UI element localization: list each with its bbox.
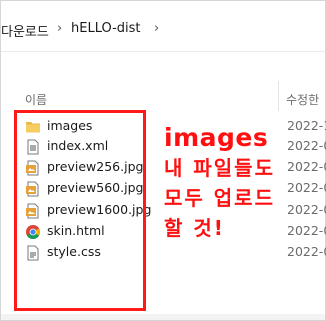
column-divider[interactable] — [278, 81, 279, 111]
explorer-window: 다운로드 › hELLO-dist › 이름 수정한 images 2022-1… — [0, 0, 326, 321]
file-date: 2022-0 — [287, 138, 326, 153]
file-date: 2022-0 — [287, 180, 326, 195]
file-date: 2022-0 — [287, 223, 326, 238]
annotation: images 내 파일들도 모두 업로드 할 것! — [164, 123, 275, 243]
chevron-right-icon[interactable]: › — [57, 21, 62, 36]
file-date: 2022-0 — [287, 159, 326, 174]
chevron-right-icon[interactable]: › — [154, 21, 159, 36]
file-date: 2022-1 — [287, 118, 326, 133]
file-date: 2022-0 — [287, 244, 326, 259]
file-date: 2022-0 — [287, 202, 326, 217]
highlight-box — [14, 110, 146, 311]
column-header-date[interactable]: 수정한 — [286, 91, 319, 108]
annotation-line-3: 할 것! — [164, 216, 225, 240]
column-header-name[interactable]: 이름 — [25, 91, 47, 108]
breadcrumb-item-downloads[interactable]: 다운로드 — [1, 21, 49, 40]
breadcrumb-item-current[interactable]: hELLO-dist — [71, 21, 141, 36]
annotation-title: images — [164, 123, 269, 152]
annotation-line-2: 모두 업로드 — [164, 186, 275, 210]
status-bar — [1, 314, 325, 320]
annotation-line-1: 내 파일들도 — [164, 156, 275, 180]
breadcrumb: 다운로드 › hELLO-dist › — [1, 1, 325, 52]
